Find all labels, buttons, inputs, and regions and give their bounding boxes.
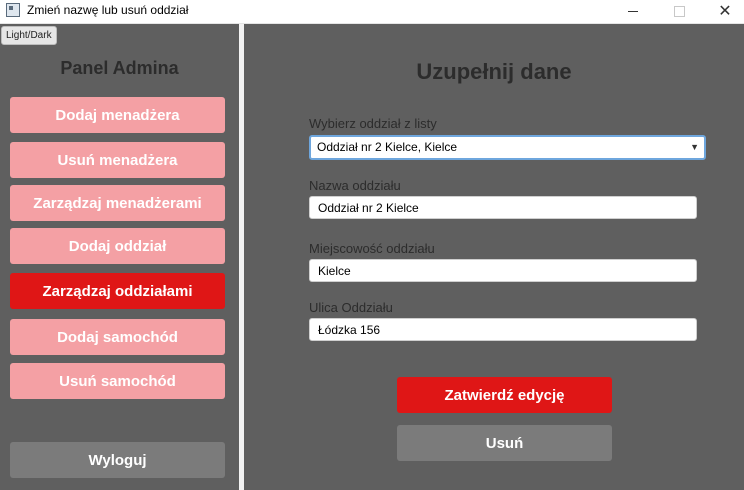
branch-city-label: Miejscowość oddziału bbox=[309, 241, 435, 256]
branch-select-dropdown[interactable]: Oddział nr 2 Kielce, Kielce ▼ bbox=[309, 135, 706, 160]
sidebar: Light/Dark Panel Admina Dodaj menadżera … bbox=[0, 24, 239, 490]
manage-branches-button[interactable]: Zarządzaj oddziałami bbox=[10, 273, 225, 309]
remove-manager-button[interactable]: Usuń menadżera bbox=[10, 142, 225, 178]
branch-street-label: Ulica Oddziału bbox=[309, 300, 393, 315]
maximize-button[interactable] bbox=[656, 0, 702, 22]
main-form-panel: Uzupełnij dane Wybierz oddział z listy O… bbox=[244, 24, 744, 490]
manage-managers-button[interactable]: Zarządzaj menadżerami bbox=[10, 185, 225, 221]
branch-select-value: Oddział nr 2 Kielce, Kielce bbox=[317, 140, 458, 154]
chevron-down-icon: ▼ bbox=[690, 142, 699, 152]
minimize-icon bbox=[628, 10, 638, 12]
confirm-edit-button[interactable]: Zatwierdź edycję bbox=[397, 377, 612, 413]
branch-city-input[interactable] bbox=[309, 259, 697, 282]
title-bar: Zmień nazwę lub usuń oddział ✕ bbox=[0, 0, 744, 24]
branch-street-input[interactable] bbox=[309, 318, 697, 341]
logout-button[interactable]: Wyloguj bbox=[10, 442, 225, 478]
remove-car-button[interactable]: Usuń samochód bbox=[10, 363, 225, 399]
add-manager-button[interactable]: Dodaj menadżera bbox=[10, 97, 225, 133]
add-branch-button[interactable]: Dodaj oddział bbox=[10, 228, 225, 264]
add-car-button[interactable]: Dodaj samochód bbox=[10, 319, 225, 355]
branch-select-label: Wybierz oddział z listy bbox=[309, 116, 437, 131]
form-title: Uzupełnij dane bbox=[416, 59, 572, 84]
close-button[interactable]: ✕ bbox=[702, 0, 744, 22]
panel-title: Panel Admina bbox=[60, 58, 179, 78]
app-icon bbox=[6, 3, 20, 17]
branch-name-label: Nazwa oddziału bbox=[309, 178, 401, 193]
maximize-icon bbox=[673, 5, 685, 17]
delete-button[interactable]: Usuń bbox=[397, 425, 612, 461]
minimize-button[interactable] bbox=[610, 0, 656, 22]
theme-toggle-button[interactable]: Light/Dark bbox=[1, 26, 57, 45]
window-title: Zmień nazwę lub usuń oddział bbox=[27, 3, 189, 17]
branch-name-input[interactable] bbox=[309, 196, 697, 219]
close-icon: ✕ bbox=[718, 1, 732, 20]
